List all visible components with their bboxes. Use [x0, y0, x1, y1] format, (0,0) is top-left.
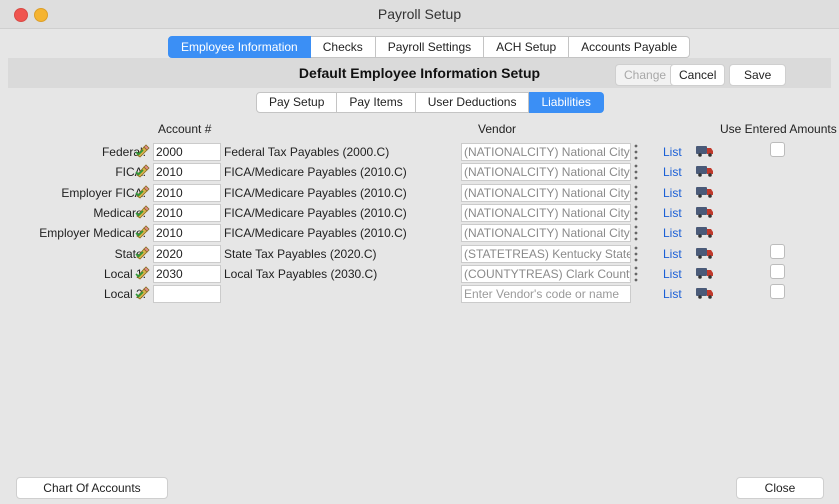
kebab-icon[interactable]: [633, 224, 639, 242]
list-link[interactable]: List: [663, 206, 682, 220]
tab-ach-setup[interactable]: ACH Setup: [484, 36, 570, 58]
table-row: State: 2020 State Tax Payables (2020.C) (ST…: [0, 243, 839, 264]
list-link[interactable]: List: [663, 267, 682, 281]
kebab-icon[interactable]: [633, 163, 639, 181]
truck-icon[interactable]: [696, 267, 714, 279]
table-row: Medicare: 2010 FICA/Medicare Payables (201…: [0, 203, 839, 223]
tab-employee-information[interactable]: Employee Information: [168, 36, 311, 58]
truck-icon[interactable]: [696, 247, 714, 259]
kebab-icon[interactable]: [633, 265, 639, 283]
account-name: State Tax Payables (2020.C): [224, 246, 377, 261]
account-name: Federal Tax Payables (2000.C): [224, 145, 390, 159]
column-header-account: Account #: [158, 122, 212, 136]
account-number-field[interactable]: 2000: [153, 143, 221, 161]
subtab-liabilities[interactable]: Liabilities: [529, 92, 604, 113]
subtab-user-deductions[interactable]: User Deductions: [415, 92, 530, 113]
title-bar: Payroll Setup: [0, 0, 839, 29]
close-button[interactable]: Close: [736, 477, 824, 499]
truck-icon[interactable]: [696, 287, 714, 299]
sub-tabs: Pay Setup Pay Items User Deductions Liab…: [256, 92, 604, 113]
account-number-field[interactable]: 2010: [153, 224, 221, 243]
kebab-icon[interactable]: [633, 204, 639, 222]
tab-payroll-settings[interactable]: Payroll Settings: [375, 36, 485, 58]
pencil-check-icon[interactable]: [135, 205, 151, 219]
list-link[interactable]: List: [663, 247, 682, 261]
table-row: Local 2: Enter Vendor's code or name List: [0, 284, 839, 304]
column-header-use-entered-amounts: Use Entered Amounts: [720, 122, 837, 136]
chart-of-accounts-button[interactable]: Chart Of Accounts: [16, 477, 168, 499]
vendor-field[interactable]: (NATIONALCITY) National City: [461, 224, 631, 243]
account-name: FICA/Medicare Payables (2010.C): [224, 165, 407, 180]
use-entered-amounts-checkbox[interactable]: [770, 142, 785, 157]
truck-icon[interactable]: [696, 186, 714, 198]
account-number-field[interactable]: 2010: [153, 203, 221, 222]
subtab-pay-setup[interactable]: Pay Setup: [256, 92, 338, 113]
vendor-field[interactable]: (NATIONALCITY) National City: [461, 163, 631, 182]
table-row: FICA: 2010 FICA/Medicare Payables (2010.C)…: [0, 162, 839, 182]
truck-icon[interactable]: [696, 145, 714, 157]
list-link[interactable]: List: [663, 145, 682, 159]
pencil-check-icon[interactable]: [135, 286, 151, 300]
window-title: Payroll Setup: [377, 6, 462, 22]
vendor-field[interactable]: (NATIONALCITY) National City: [461, 183, 631, 202]
kebab-icon[interactable]: [633, 184, 639, 202]
tab-accounts-payable[interactable]: Accounts Payable: [569, 36, 691, 58]
list-link[interactable]: List: [663, 186, 682, 200]
list-link[interactable]: List: [663, 226, 682, 240]
kebab-icon[interactable]: [633, 143, 639, 161]
use-entered-amounts-checkbox[interactable]: [770, 243, 785, 259]
use-entered-amounts-checkbox[interactable]: [770, 263, 785, 279]
payroll-setup-window: Payroll Setup Employee Information Check…: [0, 0, 839, 504]
table-row: Employer Medicare: 2010 FICA/Medicare Paya…: [0, 223, 839, 243]
list-link[interactable]: List: [663, 165, 682, 179]
pencil-check-icon[interactable]: [135, 185, 151, 199]
truck-icon[interactable]: [696, 226, 714, 238]
account-name: Local Tax Payables (2030.C): [224, 266, 378, 281]
save-button[interactable]: Save: [729, 64, 787, 86]
vendor-field[interactable]: Enter Vendor's code or name: [461, 285, 631, 304]
account-number-field[interactable]: [153, 285, 221, 304]
cancel-button[interactable]: Cancel: [670, 64, 726, 86]
table-row: Local 1: 2030 Local Tax Payables (2030.C)(…: [0, 263, 839, 284]
account-name: FICA/Medicare Payables (2010.C): [224, 205, 407, 220]
section-header: Default Employee Information Setup Chang…: [8, 58, 831, 88]
account-number-field[interactable]: 2010: [153, 163, 221, 182]
pencil-check-icon[interactable]: [135, 225, 151, 239]
pencil-check-icon[interactable]: [135, 144, 151, 158]
vendor-field[interactable]: (COUNTYTREAS) Clark County: [461, 264, 631, 283]
tab-checks[interactable]: Checks: [310, 36, 376, 58]
table-row: Employer FICA: 2010 FICA/Medicare Payables…: [0, 183, 839, 203]
pencil-check-icon[interactable]: [135, 266, 151, 280]
subtab-pay-items[interactable]: Pay Items: [337, 92, 416, 113]
account-number-field[interactable]: 2010: [153, 183, 221, 202]
account-number-field[interactable]: 2030: [153, 264, 221, 283]
row-label: Employer Medicare:: [39, 226, 146, 241]
vendor-field[interactable]: (NATIONALCITY) National City: [461, 203, 631, 222]
table-row: Federal: 2000 Federal Tax Payables (2000.C…: [0, 142, 839, 162]
pencil-check-icon[interactable]: [135, 164, 151, 178]
kebab-icon[interactable]: [633, 245, 639, 263]
truck-icon[interactable]: [696, 206, 714, 218]
account-number-field[interactable]: 2020: [153, 244, 221, 263]
column-header-vendor: Vendor: [478, 122, 517, 136]
truck-icon[interactable]: [696, 165, 714, 178]
main-tabs: Employee Information Checks Payroll Sett…: [168, 36, 691, 58]
use-entered-amounts-checkbox[interactable]: [770, 284, 785, 300]
vendor-field[interactable]: (NATIONALCITY) National City: [461, 143, 631, 161]
list-link[interactable]: List: [663, 287, 682, 301]
account-name: FICA/Medicare Payables (2010.C): [224, 226, 407, 241]
pencil-check-icon[interactable]: [135, 245, 151, 260]
vendor-field[interactable]: (STATETREAS) Kentucky State: [461, 244, 631, 263]
row-label: Employer FICA:: [61, 185, 146, 200]
account-name: FICA/Medicare Payables (2010.C): [224, 185, 407, 200]
change-button[interactable]: Change: [615, 64, 676, 86]
